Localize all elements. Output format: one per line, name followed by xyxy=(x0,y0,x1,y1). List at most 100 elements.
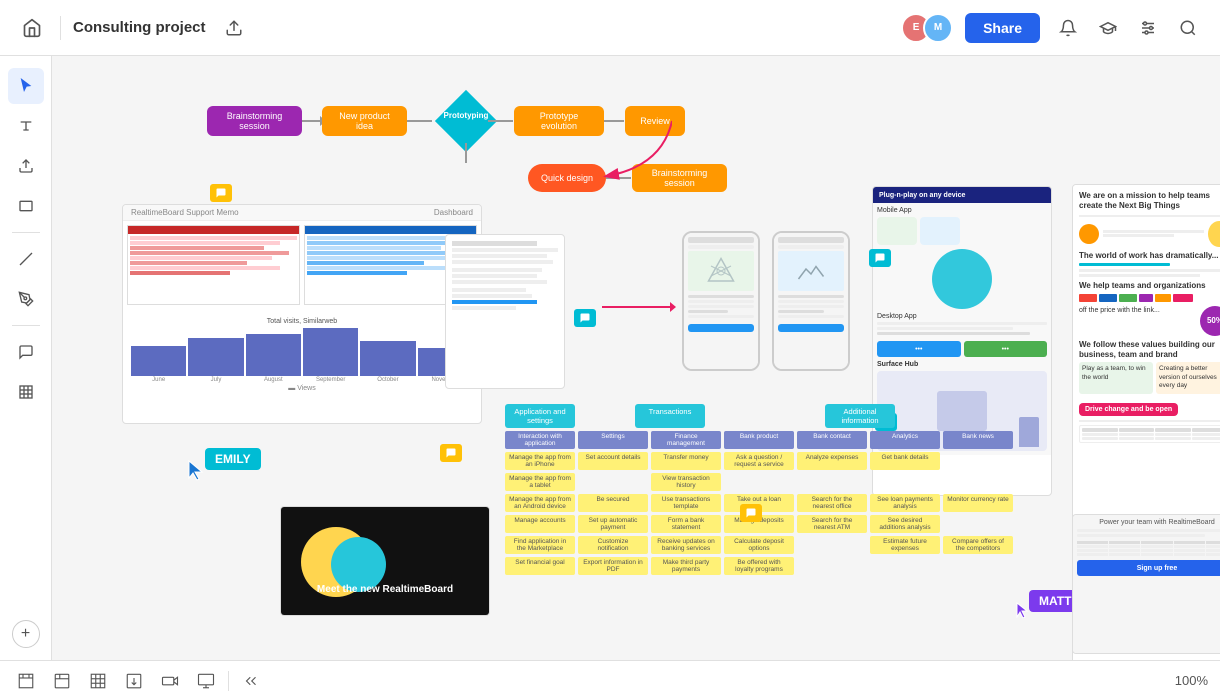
frame-tool[interactable] xyxy=(8,374,44,410)
percentage-label: 97% xyxy=(127,307,477,314)
phone-arrowhead xyxy=(670,302,676,312)
landing-text: off the price with the link... xyxy=(1079,306,1220,315)
phone-arrow xyxy=(602,306,672,308)
flow-arrow-4 xyxy=(604,120,624,122)
story-5-1: Find application in the Marketplace xyxy=(505,536,575,554)
flow-arrow-3 xyxy=(488,120,513,122)
add-tool[interactable]: + xyxy=(12,620,40,648)
comment-bubble-2[interactable] xyxy=(574,309,596,327)
story-5-5: Estimate future expenses xyxy=(870,536,940,554)
bottom-screen-icon[interactable] xyxy=(192,667,220,695)
story-4-3: Form a bank statement xyxy=(651,515,721,533)
grad-cap-icon[interactable] xyxy=(1092,12,1124,44)
flow-node-quick[interactable]: Quick design xyxy=(528,164,606,192)
canvas[interactable]: Brainstorming session New product idea P… xyxy=(52,56,1220,660)
header-left: Consulting project xyxy=(16,12,250,44)
flow-node-prototype[interactable]: Prototype evolution xyxy=(514,106,604,136)
comment-bubble-5[interactable] xyxy=(740,504,762,522)
drive-change-btn[interactable]: Drive change and be open xyxy=(1079,403,1178,416)
realtime-cta-btn[interactable]: Sign up free xyxy=(1077,560,1220,576)
story-1-5: Analyze expenses xyxy=(797,452,867,470)
realtime-tagline: Power your team with RealtimeBoard xyxy=(1077,519,1220,526)
pen-tool[interactable] xyxy=(8,281,44,317)
landing-subtitle-1: The world of work has dramatically... xyxy=(1079,251,1220,261)
story-3-3: Use transactions template xyxy=(651,494,721,512)
bottom-div xyxy=(228,671,229,691)
cat-header-3: Additional information xyxy=(825,404,895,428)
bottom-toolbar: 100% xyxy=(0,660,1220,700)
toolbar-sep-1 xyxy=(12,232,40,233)
sliders-icon[interactable] xyxy=(1132,12,1164,44)
landing-subtitle-3: We follow these values building our busi… xyxy=(1079,340,1220,361)
story-4-2: Set up automatic payment xyxy=(578,515,648,533)
btn-2[interactable]: ••• xyxy=(964,341,1048,357)
story-1-6: Get bank details xyxy=(870,452,940,470)
flow-node-product[interactable]: New product idea xyxy=(322,106,407,136)
header-divider xyxy=(60,16,61,40)
header-right: E M Share xyxy=(901,12,1204,44)
chart-label-sept: September xyxy=(316,377,345,383)
comment-tool[interactable] xyxy=(8,334,44,370)
share-button[interactable]: Share xyxy=(965,13,1040,43)
bottom-table-icon[interactable] xyxy=(84,667,112,695)
text-doc-frame xyxy=(445,234,565,389)
header: Consulting project E M Share xyxy=(0,0,1220,56)
story-6-2: Export information in PDF xyxy=(578,557,648,575)
desktop-app-label: Desktop App xyxy=(877,313,1047,320)
flow-node-brainstorm-1[interactable]: Brainstorming session xyxy=(207,106,302,136)
sub-cat-5: Bank contact xyxy=(797,431,867,449)
flow-arrow-2 xyxy=(407,120,432,122)
bottom-sticky-icon[interactable] xyxy=(48,667,76,695)
flow-arrow-6 xyxy=(606,177,631,179)
search-icon[interactable] xyxy=(1172,12,1204,44)
bell-icon[interactable] xyxy=(1052,12,1084,44)
realtime-board-frame: RealtimeBoard Support Memo Dashboard xyxy=(122,204,482,424)
flow-arrow-5 xyxy=(465,143,467,163)
bottom-frame-icon[interactable] xyxy=(12,667,40,695)
frame-label-left: RealtimeBoard Support Memo xyxy=(131,208,239,217)
story-2-3: View transaction history xyxy=(651,473,721,491)
comment-bubble-1[interactable] xyxy=(210,184,232,202)
comment-bubble-3[interactable] xyxy=(869,249,891,267)
phone-frame-1 xyxy=(682,231,760,371)
story-5-3: Receive updates on banking services xyxy=(651,536,721,554)
story-3-1: Manage the app from an Android device xyxy=(505,494,575,512)
landing-subtitle-2: We help teams and organizations xyxy=(1079,281,1220,291)
flow-node-review[interactable]: Review xyxy=(625,106,685,136)
bottom-video-icon[interactable] xyxy=(156,667,184,695)
comment-bubble-6[interactable] xyxy=(440,444,462,462)
upload-button[interactable] xyxy=(218,12,250,44)
avatar-2: M xyxy=(923,13,953,43)
text-tool[interactable] xyxy=(8,108,44,144)
flow-diamond-label: Prototyping xyxy=(440,111,492,120)
sub-cat-3: Finance management xyxy=(651,431,721,449)
story-6-1: Set financial goal xyxy=(505,557,575,575)
story-6-3: Make third party payments xyxy=(651,557,721,575)
bottom-export-icon[interactable] xyxy=(120,667,148,695)
phone-frame-2 xyxy=(772,231,850,371)
btn-1[interactable]: ••• xyxy=(877,341,961,357)
select-tool[interactable] xyxy=(8,68,44,104)
zoom-level: 100% xyxy=(1175,673,1208,688)
user-label-emily: EMILY xyxy=(205,448,261,470)
home-button[interactable] xyxy=(16,12,48,44)
bottom-collapse-icon[interactable] xyxy=(237,667,265,695)
flow-arrow-1 xyxy=(302,120,322,122)
sticky-map-area: Application and settings Transactions Ad… xyxy=(505,404,1013,575)
toolbar-bottom: + xyxy=(12,620,40,648)
landing-title: We are on a mission to help teams create… xyxy=(1079,191,1220,212)
story-4-1: Manage accounts xyxy=(505,515,575,533)
upload-tool[interactable] xyxy=(8,148,44,184)
app-title: Plug-n-play on any device xyxy=(879,192,965,199)
story-4-6: See desired additions analysis xyxy=(870,515,940,533)
story-1-3: Transfer money xyxy=(651,452,721,470)
flow-node-brainstorm-2[interactable]: Brainstorming session xyxy=(632,164,727,192)
user-avatars: E M xyxy=(901,13,953,43)
chart-label-july: July xyxy=(211,377,222,383)
line-tool[interactable] xyxy=(8,241,44,277)
story-5-2: Customize notification xyxy=(578,536,648,554)
cat-header-2: Transactions xyxy=(635,404,705,428)
story-1-4: Ask a question / request a service xyxy=(724,452,794,470)
chart-legend: ▬ Views xyxy=(127,385,477,392)
rectangle-tool[interactable] xyxy=(8,188,44,224)
